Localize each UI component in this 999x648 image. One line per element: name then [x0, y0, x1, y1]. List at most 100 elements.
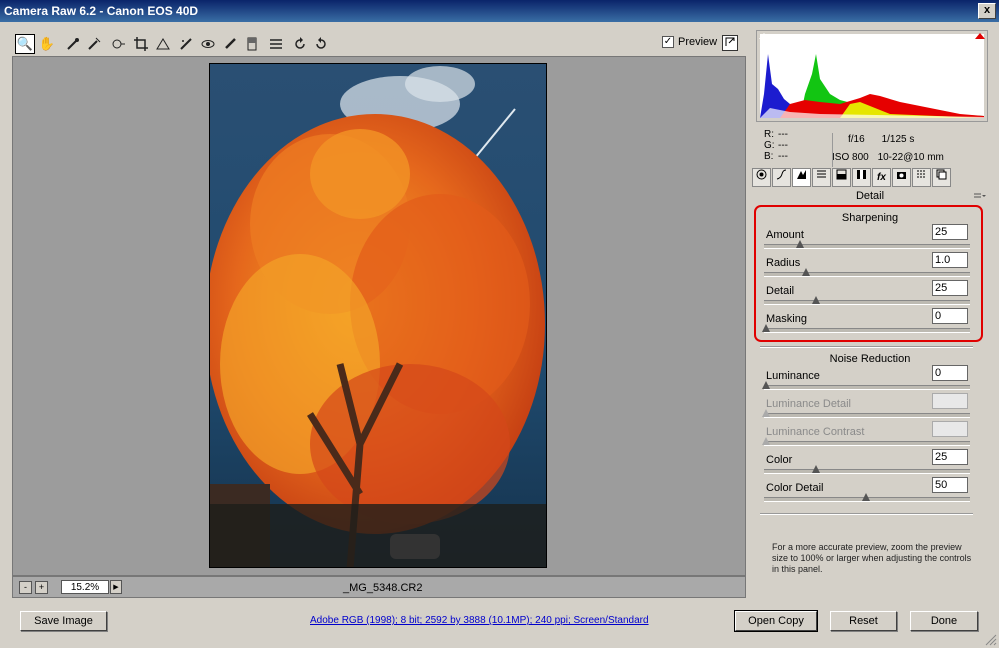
slider-track[interactable] [764, 469, 970, 474]
section-divider [760, 513, 973, 515]
straighten-tool-icon[interactable] [153, 34, 173, 54]
slider-thumb [762, 437, 770, 445]
slider-label: Radius [766, 257, 801, 269]
slider-value-field [932, 421, 968, 437]
slider-value-field[interactable]: 25 [932, 224, 968, 240]
slider-thumb[interactable] [862, 493, 870, 501]
r-value: --- [778, 129, 788, 140]
crop-tool-icon[interactable] [131, 34, 151, 54]
slider-label: Luminance Detail [766, 398, 851, 410]
preview-image [209, 63, 547, 568]
tab-split-toning[interactable] [832, 168, 851, 187]
tab-effects-fx-icon[interactable]: fx [872, 168, 891, 187]
slider-track[interactable] [764, 328, 970, 333]
zoom-in-button[interactable]: + [35, 581, 48, 594]
slider-thumb[interactable] [796, 240, 804, 248]
zoom-out-button[interactable]: - [19, 581, 32, 594]
panel-title: Detail [855, 190, 885, 202]
slider-value-field [932, 393, 968, 409]
tab-lens-corrections[interactable] [852, 168, 871, 187]
g-label: G: [764, 140, 775, 151]
b-label: B: [764, 151, 774, 162]
zoom-level-field[interactable]: 15.2% [61, 580, 109, 594]
slider-label: Luminance [766, 370, 820, 382]
tab-snapshots[interactable] [932, 168, 951, 187]
rotate-left-icon[interactable] [290, 34, 310, 54]
info-readouts: R: --- G: --- B: --- f/16 1/125 s ISO 800 1… [756, 125, 988, 167]
full-screen-icon[interactable] [722, 35, 738, 51]
tab-basic[interactable] [752, 168, 771, 187]
histogram-graph [760, 34, 984, 118]
histogram [756, 30, 988, 122]
highlight-clipping-warning-icon[interactable] [975, 33, 985, 39]
red-eye-tool-icon[interactable] [198, 34, 218, 54]
slider-label: Detail [766, 285, 795, 297]
resize-grip-icon[interactable] [985, 634, 997, 646]
slider-track [764, 441, 970, 446]
slider-track[interactable] [764, 300, 970, 305]
done-button[interactable]: Done [910, 611, 978, 631]
tab-presets[interactable] [912, 168, 931, 187]
slider-label: Luminance Contrast [766, 426, 865, 438]
shadow-clipping-warning-icon[interactable] [759, 33, 769, 39]
slider-value-field[interactable]: 0 [932, 365, 968, 381]
iso: ISO 800 [832, 152, 869, 163]
graduated-filter-icon[interactable] [242, 34, 262, 54]
slider-track [764, 413, 970, 418]
tab-camera-calibration-icon[interactable] [892, 168, 911, 187]
lens: 10-22@10 mm [877, 152, 944, 163]
slider-thumb[interactable] [802, 268, 810, 276]
slider-label: Color [766, 454, 793, 466]
white-balance-tool-icon[interactable] [63, 34, 83, 54]
preview-toggle[interactable]: ✓ Preview [662, 36, 717, 48]
slider-track[interactable] [764, 244, 970, 249]
reset-button[interactable]: Reset [830, 611, 897, 631]
zoom-menu-button[interactable]: ▶ [110, 580, 122, 594]
aperture: f/16 [848, 134, 865, 145]
slider-value-field[interactable]: 0 [932, 308, 968, 324]
targeted-adjustment-tool-icon[interactable] [108, 34, 128, 54]
slider-track[interactable] [764, 385, 970, 390]
save-image-button[interactable]: Save Image [20, 611, 107, 631]
workflow-options-link[interactable]: Adobe RGB (1998); 8 bit; 2592 by 3888 (1… [310, 615, 649, 626]
tool-bar: 🔍 ✋ [12, 32, 746, 56]
open-copy-button[interactable]: Open Copy [734, 610, 818, 632]
panel-menu-icon[interactable] [974, 192, 986, 201]
tree-photo [210, 64, 546, 567]
shutter-speed: 1/125 s [881, 134, 915, 145]
section-divider [760, 346, 973, 348]
tab-detail[interactable] [792, 168, 811, 187]
hand-tool-icon[interactable]: ✋ [37, 34, 57, 54]
slider-thumb [762, 409, 770, 417]
slider-row-masking: Masking 0 [762, 308, 970, 341]
slider-thumb[interactable] [762, 324, 770, 332]
tab-tone-curve[interactable] [772, 168, 791, 187]
exif-info: f/16 1/125 s ISO 800 10-22@10 mm [832, 131, 944, 167]
rgb-readout: R: --- G: --- B: --- [764, 129, 792, 162]
zoom-tool-icon[interactable]: 🔍 [15, 34, 35, 54]
slider-value-field[interactable]: 25 [932, 280, 968, 296]
slider-label: Masking [766, 313, 807, 325]
g-value: --- [778, 140, 788, 151]
slider-row-color-detail: Color Detail 50 [764, 477, 970, 510]
color-sampler-tool-icon[interactable] [84, 34, 104, 54]
sharpening-title: Sharpening [841, 212, 899, 224]
slider-track[interactable] [764, 272, 970, 277]
slider-value-field[interactable]: 1.0 [932, 252, 968, 268]
tab-hsl[interactable] [812, 168, 831, 187]
preview-checkbox[interactable]: ✓ [662, 36, 674, 48]
preview-label: Preview [678, 36, 718, 48]
slider-thumb[interactable] [812, 465, 820, 473]
slider-value-field[interactable]: 25 [932, 449, 968, 465]
slider-thumb[interactable] [812, 296, 820, 304]
adjustment-brush-icon[interactable] [220, 34, 240, 54]
slider-thumb[interactable] [762, 381, 770, 389]
spot-removal-tool-icon[interactable] [176, 34, 196, 54]
rotate-right-icon[interactable] [311, 34, 331, 54]
slider-value-field[interactable]: 50 [932, 477, 968, 493]
slider-label: Color Detail [766, 482, 824, 494]
preferences-icon[interactable] [266, 34, 286, 54]
close-window-button[interactable]: x [978, 3, 996, 19]
panel-tabs: fx [752, 168, 992, 188]
panel-hint: For a more accurate preview, zoom the pr… [772, 542, 972, 574]
